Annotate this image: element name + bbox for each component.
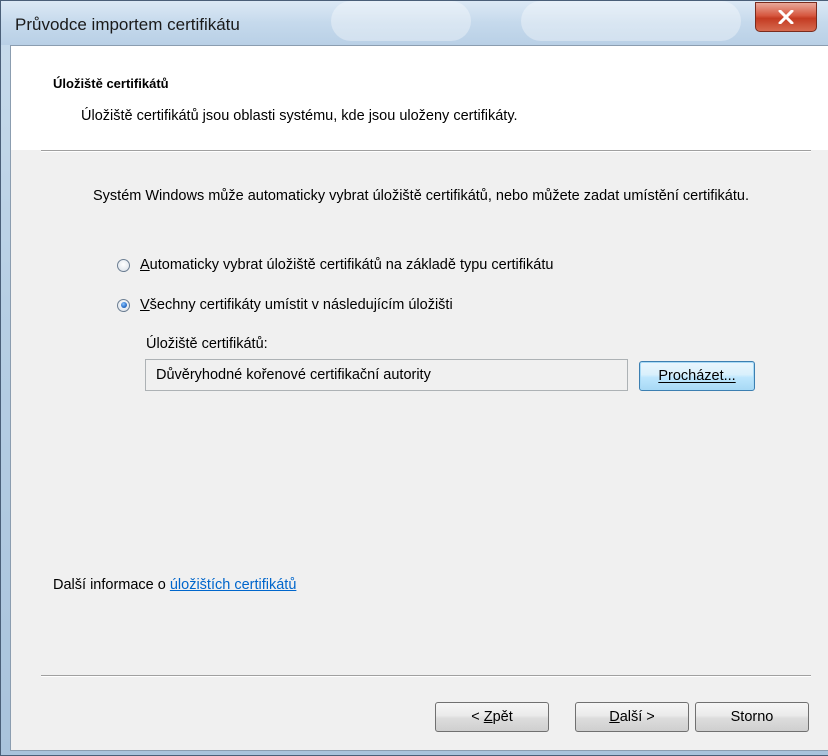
option-automatic[interactable]: Automaticky vybrat úložiště certifikátů …	[117, 257, 553, 273]
mnemonic: V	[140, 297, 150, 313]
option-manual[interactable]: Všechny certifikáty umístit v následujíc…	[117, 297, 453, 313]
back-rest: pět	[492, 709, 513, 725]
description-text: Systém Windows může automaticky vybrat ú…	[93, 188, 749, 204]
wizard-header: Úložiště certifikátů Úložiště certifikát…	[11, 46, 828, 150]
next-rest: alší >	[619, 709, 655, 725]
dialog-window: Průvodce importem certifikátu Úložiště c…	[0, 0, 828, 756]
option-manual-label[interactable]: Všechny certifikáty umístit v následujíc…	[140, 297, 453, 313]
cancel-button[interactable]: Storno	[695, 702, 809, 732]
titlebar-glare	[521, 1, 741, 41]
store-field[interactable]: Důvěryhodné kořenové certifikační autori…	[145, 359, 628, 391]
browse-button-label: Procházet...	[658, 368, 736, 384]
option-automatic-label[interactable]: Automaticky vybrat úložiště certifikátů …	[140, 257, 553, 273]
page-title: Úložiště certifikátů	[53, 76, 169, 91]
window-title: Průvodce importem certifikátu	[15, 15, 240, 34]
title-bar[interactable]: Průvodce importem certifikátu	[1, 1, 828, 45]
close-icon	[778, 10, 794, 24]
browse-button[interactable]: Procházet...	[639, 361, 755, 391]
page-subtitle: Úložiště certifikátů jsou oblasti systém…	[81, 108, 518, 124]
header-divider	[41, 150, 811, 152]
titlebar-glare	[331, 1, 471, 41]
certificate-stores-link[interactable]: úložištích certifikátů	[170, 577, 297, 593]
mnemonic: Z	[483, 709, 493, 725]
more-info: Další informace o úložištích certifikátů	[53, 577, 296, 593]
close-button[interactable]	[755, 2, 817, 32]
back-button[interactable]: < Zpět	[435, 702, 549, 732]
store-label: Úložiště certifikátů:	[146, 336, 268, 352]
footer-divider	[41, 675, 811, 677]
label-text: utomaticky vybrat úložiště certifikátů n…	[149, 257, 554, 273]
back-prefix: <	[471, 709, 484, 725]
wizard-content: Úložiště certifikátů Úložiště certifikát…	[10, 45, 828, 751]
next-button[interactable]: Další >	[575, 702, 689, 732]
cancel-label: Storno	[730, 709, 774, 725]
label-text: šechny certifikáty umístit v následující…	[149, 297, 453, 313]
radio-manual[interactable]	[117, 298, 130, 312]
more-info-text: Další informace o	[53, 577, 170, 593]
mnemonic: D	[609, 709, 620, 725]
mnemonic: A	[140, 257, 150, 273]
radio-automatic[interactable]	[117, 258, 130, 272]
